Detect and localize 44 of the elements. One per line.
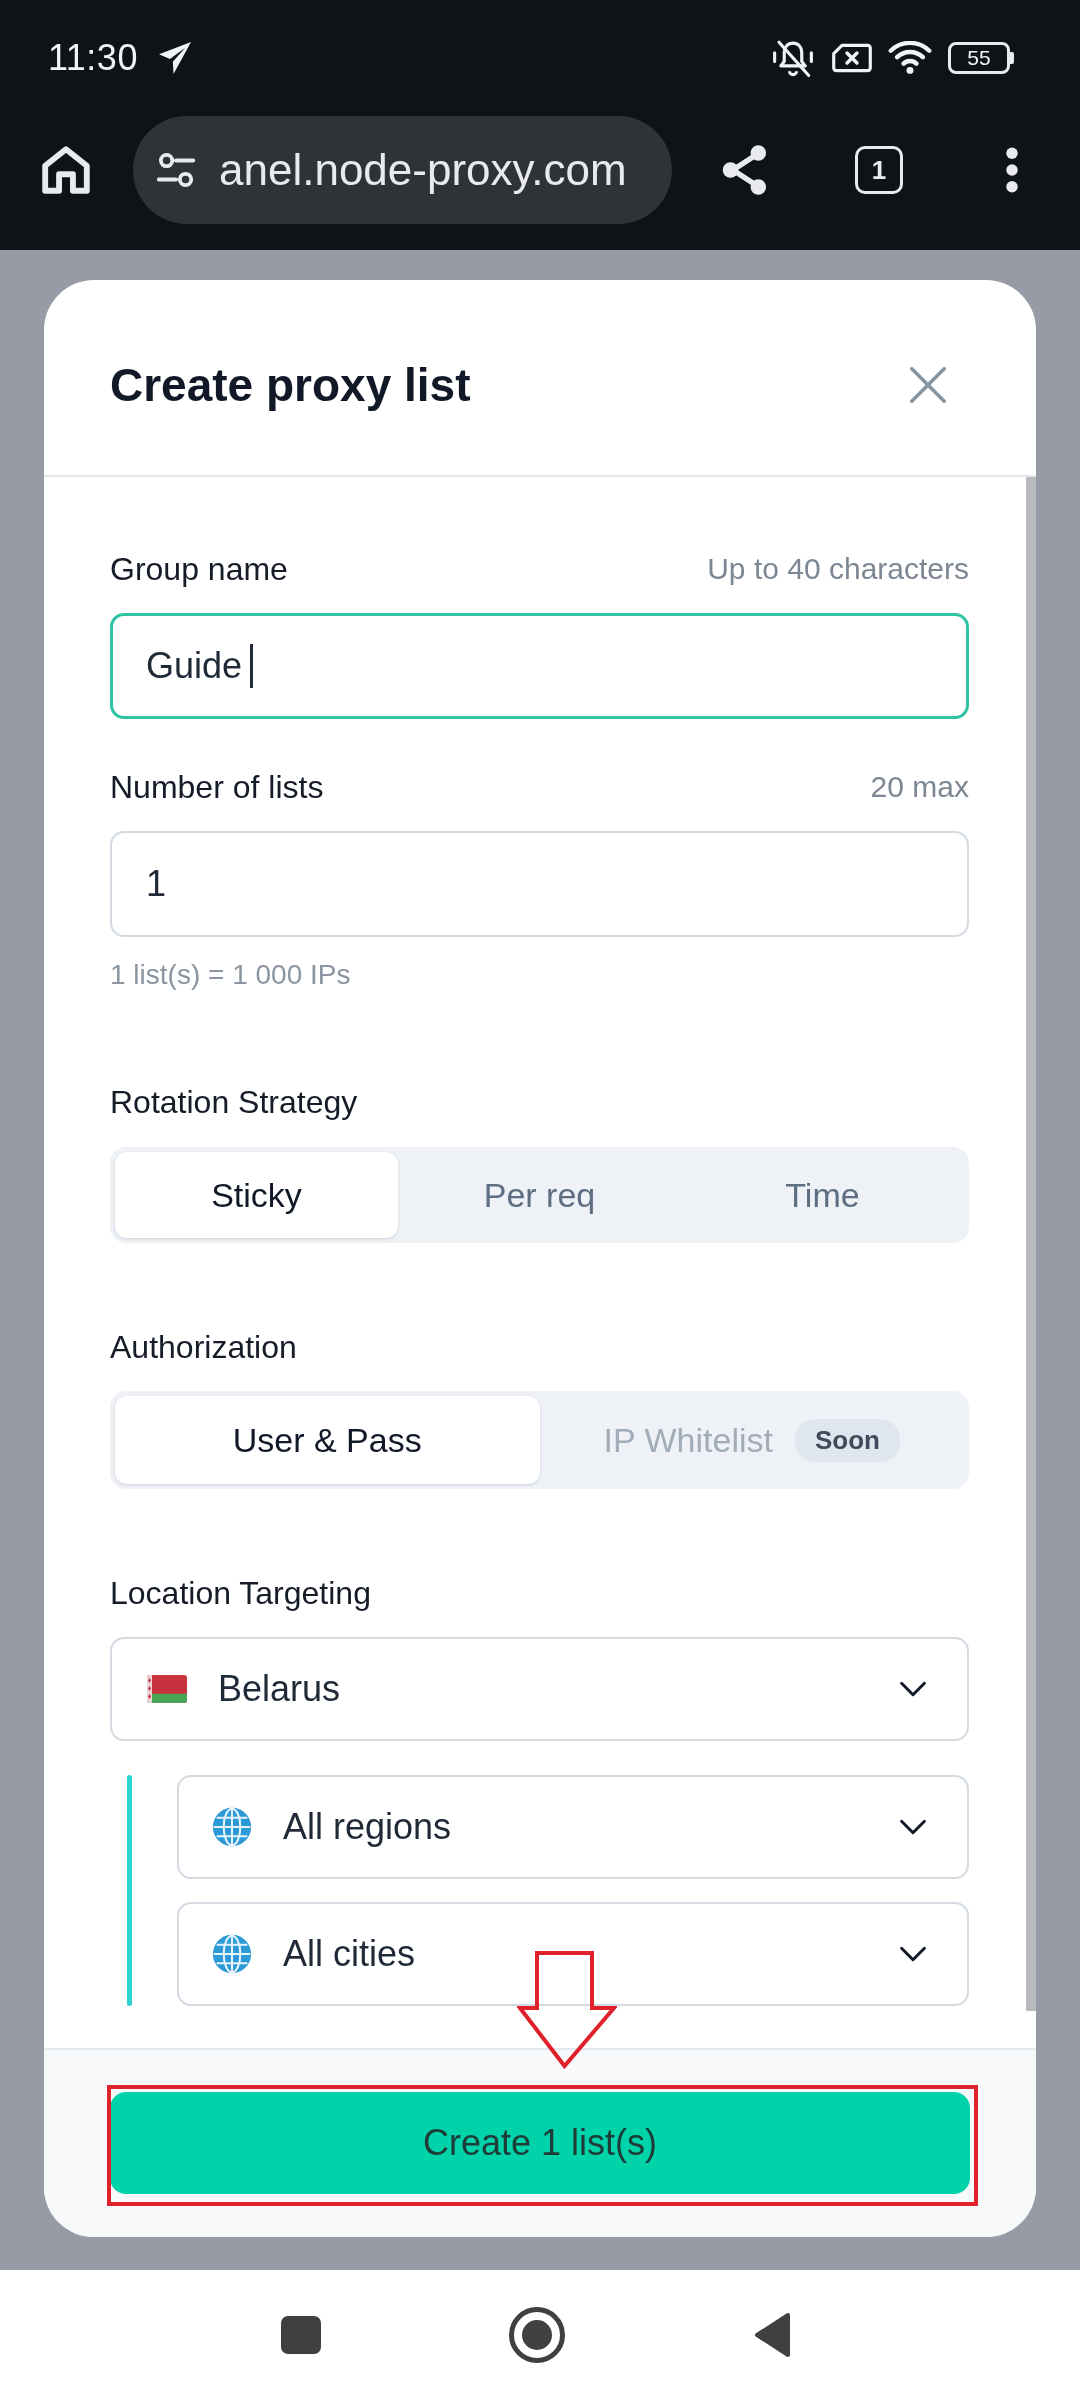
location-dropdown[interactable]: All regions bbox=[177, 1775, 969, 1879]
segment-tab[interactable]: Per req bbox=[398, 1152, 681, 1238]
sim-card-x-icon bbox=[832, 43, 872, 73]
sliders-icon[interactable] bbox=[157, 152, 197, 188]
wifi-icon bbox=[888, 41, 932, 75]
segment-tab[interactable]: User & Pass bbox=[115, 1396, 540, 1484]
text-input-field[interactable]: Guide bbox=[110, 613, 969, 719]
field-label: Number of lists bbox=[110, 768, 324, 806]
field-label: Group name bbox=[110, 550, 288, 588]
address-bar[interactable]: anel.node-proxy.com bbox=[133, 116, 672, 224]
scrollbar[interactable] bbox=[1026, 477, 1036, 2011]
battery-indicator: 55 bbox=[948, 42, 1014, 74]
text-cursor-icon bbox=[250, 644, 254, 688]
flag-icon bbox=[147, 1675, 187, 1703]
chevron-down-icon bbox=[899, 1681, 927, 1697]
tab-switcher-button[interactable]: 1 bbox=[855, 146, 903, 194]
location-dropdown[interactable]: All cities bbox=[177, 1902, 969, 2006]
create-list-button[interactable]: Create 1 list(s) bbox=[110, 2092, 970, 2194]
segment-tab[interactable]: Sticky bbox=[115, 1152, 398, 1238]
more-menu-icon[interactable] bbox=[1006, 147, 1018, 193]
paper-plane-icon bbox=[157, 42, 192, 74]
chevron-down-icon bbox=[899, 1946, 927, 1962]
country-dropdown[interactable]: Belarus bbox=[110, 1637, 969, 1741]
muted-bell-icon bbox=[772, 38, 814, 78]
recents-icon[interactable] bbox=[281, 2316, 321, 2354]
home-icon[interactable] bbox=[42, 146, 90, 194]
chevron-down-icon bbox=[899, 1819, 927, 1835]
dialog-title: Create proxy list bbox=[110, 357, 471, 412]
close-icon[interactable] bbox=[910, 366, 946, 403]
section-label: Rotation Strategy bbox=[110, 1083, 359, 1122]
soon-badge: Soon bbox=[794, 1418, 900, 1462]
field-note: 1 list(s) = 1 000 IPs bbox=[110, 959, 352, 991]
section-label: Location Targeting bbox=[110, 1574, 372, 1613]
globe-icon bbox=[212, 1934, 252, 1974]
text-input-field[interactable]: 1 bbox=[110, 831, 969, 937]
share-icon[interactable] bbox=[722, 144, 768, 196]
field-hint: 20 max bbox=[870, 770, 969, 804]
home-circle-icon[interactable] bbox=[509, 2307, 565, 2363]
back-icon[interactable] bbox=[753, 2312, 791, 2358]
status-time: 11:30 bbox=[48, 37, 138, 79]
globe-icon bbox=[212, 1807, 252, 1847]
section-label: Authorization bbox=[110, 1328, 298, 1367]
segment-tab[interactable]: Time bbox=[681, 1152, 964, 1238]
field-hint: Up to 40 characters bbox=[707, 552, 969, 586]
